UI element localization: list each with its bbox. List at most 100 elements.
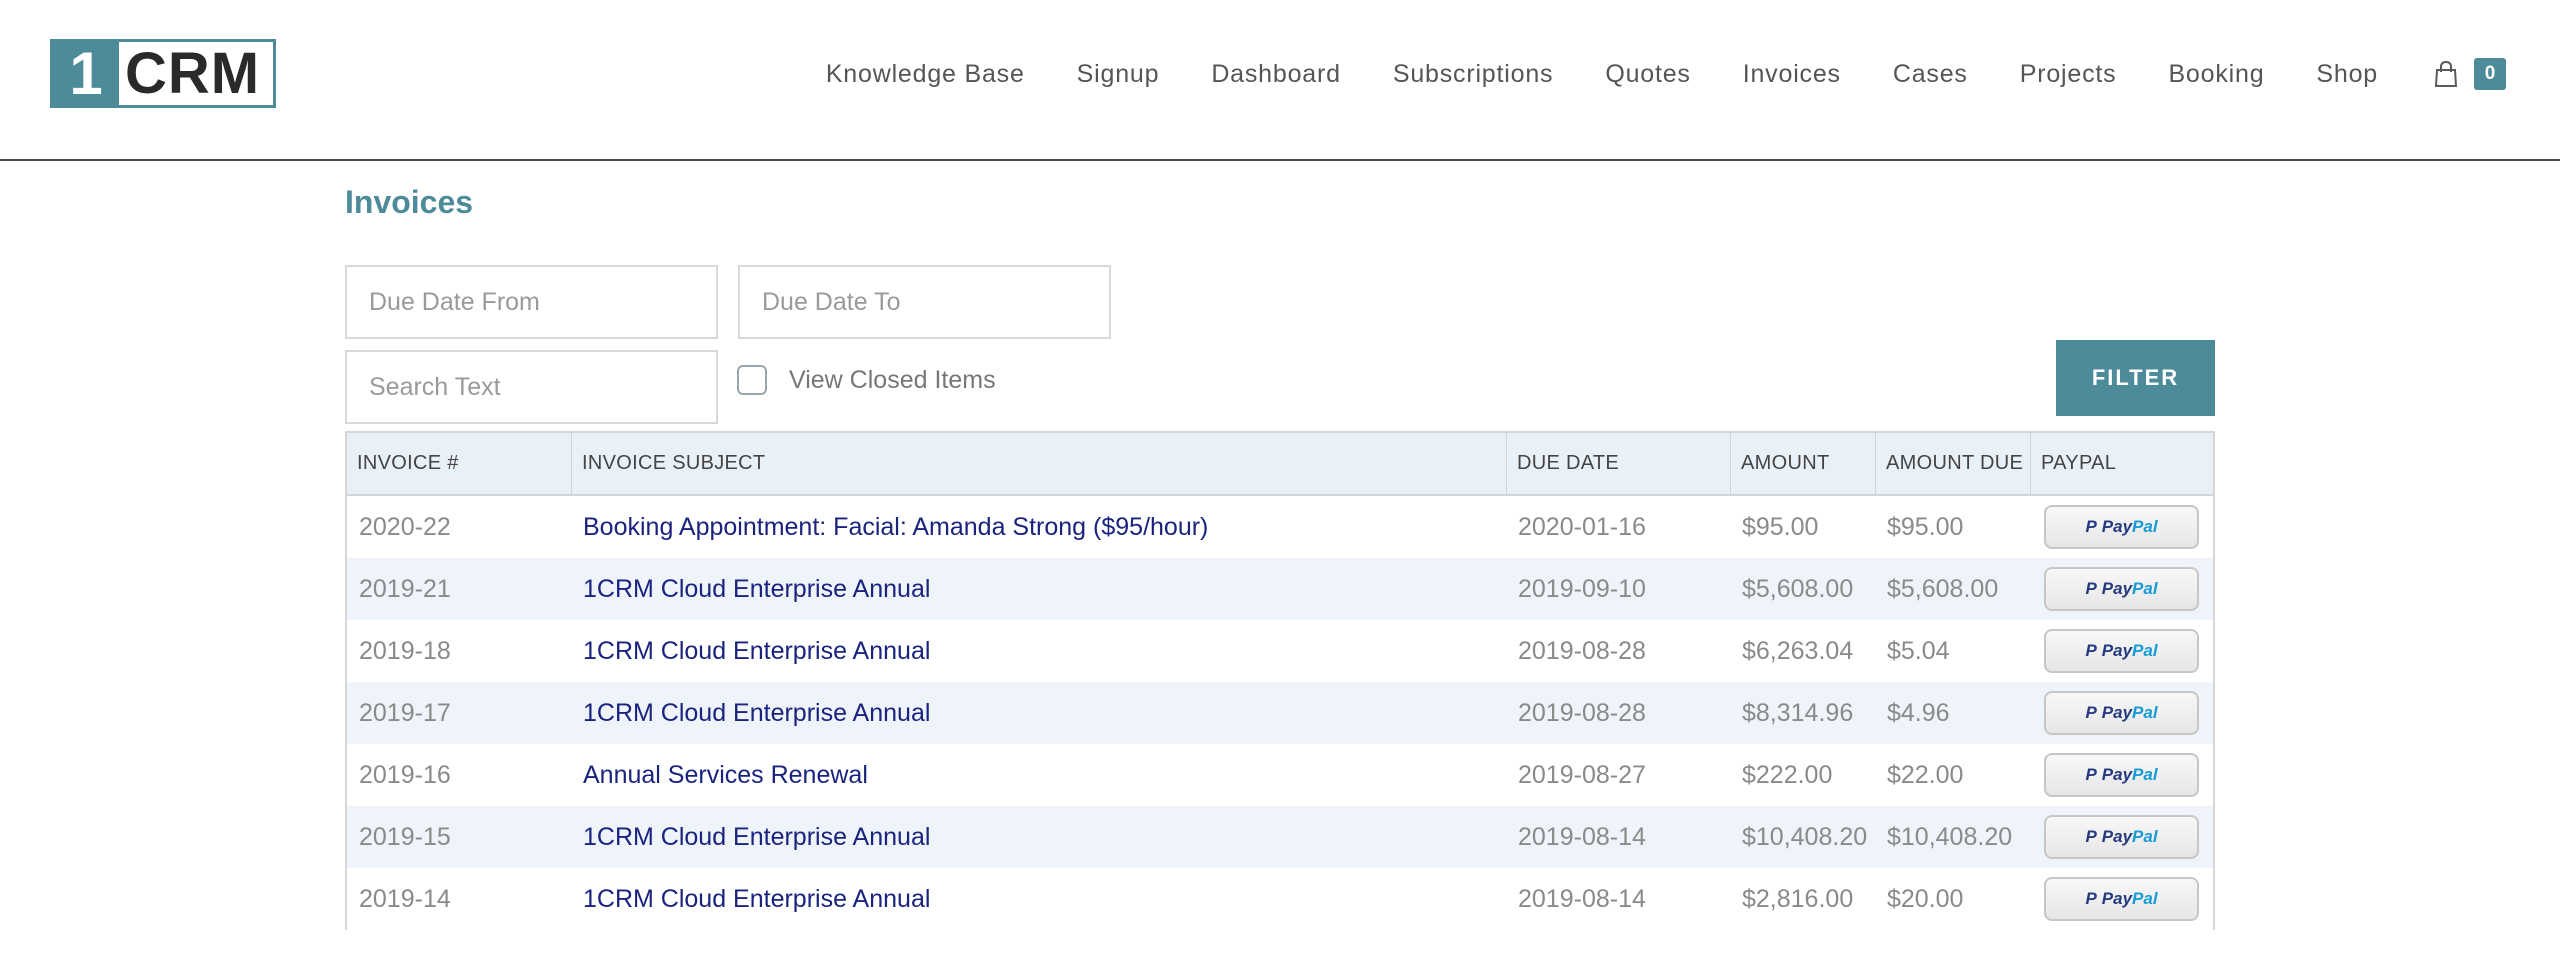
invoice-amount: $8,314.96 bbox=[1730, 699, 1875, 728]
table-row: 2019-21 1CRM Cloud Enterprise Annual 201… bbox=[347, 558, 2213, 620]
invoice-amount: $6,263.04 bbox=[1730, 637, 1875, 666]
nav-booking[interactable]: Booking bbox=[2168, 60, 2264, 89]
paypal-wordmark: PayPal bbox=[2102, 579, 2158, 599]
paypal-cell: P PayPal bbox=[2030, 691, 2213, 735]
paypal-wordmark: PayPal bbox=[2102, 703, 2158, 723]
due-date-from-input[interactable] bbox=[345, 265, 718, 339]
view-closed-label: View Closed Items bbox=[789, 366, 996, 395]
nav-shop[interactable]: Shop bbox=[2316, 60, 2378, 89]
invoice-number: 2019-21 bbox=[347, 575, 571, 604]
paypal-button[interactable]: P PayPal bbox=[2044, 629, 2199, 673]
paypal-icon: P bbox=[2085, 703, 2096, 723]
site-logo[interactable]: 1 CRM bbox=[50, 39, 276, 108]
invoice-number: 2019-18 bbox=[347, 637, 571, 666]
invoice-amount: $10,408.20 bbox=[1730, 823, 1875, 852]
invoice-amount: $2,816.00 bbox=[1730, 885, 1875, 914]
filter-button[interactable]: FILTER bbox=[2056, 340, 2215, 416]
invoice-amount-due: $20.00 bbox=[1875, 885, 2030, 914]
column-header-invoice-number[interactable]: INVOICE # bbox=[347, 433, 571, 494]
invoice-amount: $222.00 bbox=[1730, 761, 1875, 790]
page-title: Invoices bbox=[345, 184, 473, 221]
paypal-icon: P bbox=[2085, 827, 2096, 847]
paypal-cell: P PayPal bbox=[2030, 815, 2213, 859]
invoice-due-date: 2019-08-14 bbox=[1506, 885, 1730, 914]
invoice-subject-link[interactable]: 1CRM Cloud Enterprise Annual bbox=[571, 575, 1506, 604]
invoice-subject-link[interactable]: 1CRM Cloud Enterprise Annual bbox=[571, 885, 1506, 914]
paypal-cell: P PayPal bbox=[2030, 629, 2213, 673]
paypal-wordmark: PayPal bbox=[2102, 641, 2158, 661]
invoices-table: INVOICE # INVOICE SUBJECT DUE DATE AMOUN… bbox=[345, 431, 2215, 930]
invoice-amount: $5,608.00 bbox=[1730, 575, 1875, 604]
due-date-to-input[interactable] bbox=[738, 265, 1111, 339]
table-row: 2019-18 1CRM Cloud Enterprise Annual 201… bbox=[347, 620, 2213, 682]
column-header-amount-due[interactable]: AMOUNT DUE bbox=[1875, 433, 2030, 494]
cart-count-badge: 0 bbox=[2474, 58, 2506, 90]
invoice-number: 2020-22 bbox=[347, 513, 571, 542]
nav-signup[interactable]: Signup bbox=[1077, 60, 1160, 89]
nav-invoices[interactable]: Invoices bbox=[1743, 60, 1841, 89]
shopping-bag-icon bbox=[2432, 60, 2460, 88]
invoice-due-date: 2019-08-28 bbox=[1506, 637, 1730, 666]
invoice-due-date: 2019-08-27 bbox=[1506, 761, 1730, 790]
paypal-icon: P bbox=[2085, 517, 2096, 537]
paypal-button[interactable]: P PayPal bbox=[2044, 815, 2199, 859]
search-text-input[interactable] bbox=[345, 350, 718, 424]
invoice-amount-due: $95.00 bbox=[1875, 513, 2030, 542]
nav-knowledge-base[interactable]: Knowledge Base bbox=[826, 60, 1025, 89]
cart-button[interactable]: 0 bbox=[2432, 58, 2506, 90]
nav-cases[interactable]: Cases bbox=[1893, 60, 1968, 89]
table-header: INVOICE # INVOICE SUBJECT DUE DATE AMOUN… bbox=[347, 433, 2213, 496]
invoice-amount-due: $5.04 bbox=[1875, 637, 2030, 666]
invoice-amount: $95.00 bbox=[1730, 513, 1875, 542]
invoice-amount-due: $4.96 bbox=[1875, 699, 2030, 728]
column-header-amount[interactable]: AMOUNT bbox=[1730, 433, 1875, 494]
invoice-due-date: 2019-08-28 bbox=[1506, 699, 1730, 728]
invoice-number: 2019-17 bbox=[347, 699, 571, 728]
paypal-wordmark: PayPal bbox=[2102, 889, 2158, 909]
paypal-cell: P PayPal bbox=[2030, 567, 2213, 611]
invoice-due-date: 2019-09-10 bbox=[1506, 575, 1730, 604]
paypal-button[interactable]: P PayPal bbox=[2044, 753, 2199, 797]
paypal-button[interactable]: P PayPal bbox=[2044, 877, 2199, 921]
invoice-number: 2019-16 bbox=[347, 761, 571, 790]
table-row: 2020-22 Booking Appointment: Facial: Ama… bbox=[347, 496, 2213, 558]
view-closed-toggle[interactable]: View Closed Items bbox=[737, 363, 996, 397]
invoice-number: 2019-15 bbox=[347, 823, 571, 852]
table-body: 2020-22 Booking Appointment: Facial: Ama… bbox=[347, 496, 2213, 930]
main-nav: Knowledge Base Signup Dashboard Subscrip… bbox=[826, 54, 2506, 94]
paypal-button[interactable]: P PayPal bbox=[2044, 567, 2199, 611]
invoice-subject-link[interactable]: Booking Appointment: Facial: Amanda Stro… bbox=[571, 513, 1506, 542]
table-row: 2019-14 1CRM Cloud Enterprise Annual 201… bbox=[347, 868, 2213, 930]
column-header-invoice-subject[interactable]: INVOICE SUBJECT bbox=[571, 433, 1506, 494]
table-row: 2019-17 1CRM Cloud Enterprise Annual 201… bbox=[347, 682, 2213, 744]
invoice-number: 2019-14 bbox=[347, 885, 571, 914]
paypal-cell: P PayPal bbox=[2030, 877, 2213, 921]
paypal-button[interactable]: P PayPal bbox=[2044, 505, 2199, 549]
nav-dashboard[interactable]: Dashboard bbox=[1211, 60, 1341, 89]
paypal-button[interactable]: P PayPal bbox=[2044, 691, 2199, 735]
paypal-icon: P bbox=[2085, 641, 2096, 661]
invoice-subject-link[interactable]: Annual Services Renewal bbox=[571, 761, 1506, 790]
paypal-icon: P bbox=[2085, 579, 2096, 599]
nav-quotes[interactable]: Quotes bbox=[1605, 60, 1690, 89]
site-header: 1 CRM Knowledge Base Signup Dashboard Su… bbox=[0, 0, 2560, 161]
invoice-amount-due: $10,408.20 bbox=[1875, 823, 2030, 852]
nav-projects[interactable]: Projects bbox=[2020, 60, 2117, 89]
paypal-wordmark: PayPal bbox=[2102, 765, 2158, 785]
invoice-subject-link[interactable]: 1CRM Cloud Enterprise Annual bbox=[571, 637, 1506, 666]
invoice-subject-link[interactable]: 1CRM Cloud Enterprise Annual bbox=[571, 823, 1506, 852]
invoice-amount-due: $22.00 bbox=[1875, 761, 2030, 790]
view-closed-checkbox[interactable] bbox=[737, 365, 767, 395]
column-header-paypal: PAYPAL bbox=[2030, 433, 2213, 494]
paypal-wordmark: PayPal bbox=[2102, 827, 2158, 847]
invoice-due-date: 2020-01-16 bbox=[1506, 513, 1730, 542]
table-row: 2019-16 Annual Services Renewal 2019-08-… bbox=[347, 744, 2213, 806]
column-header-due-date[interactable]: DUE DATE bbox=[1506, 433, 1730, 494]
paypal-icon: P bbox=[2085, 889, 2096, 909]
table-row: 2019-15 1CRM Cloud Enterprise Annual 201… bbox=[347, 806, 2213, 868]
paypal-cell: P PayPal bbox=[2030, 753, 2213, 797]
paypal-cell: P PayPal bbox=[2030, 505, 2213, 549]
invoice-subject-link[interactable]: 1CRM Cloud Enterprise Annual bbox=[571, 699, 1506, 728]
paypal-icon: P bbox=[2085, 765, 2096, 785]
nav-subscriptions[interactable]: Subscriptions bbox=[1393, 60, 1553, 89]
